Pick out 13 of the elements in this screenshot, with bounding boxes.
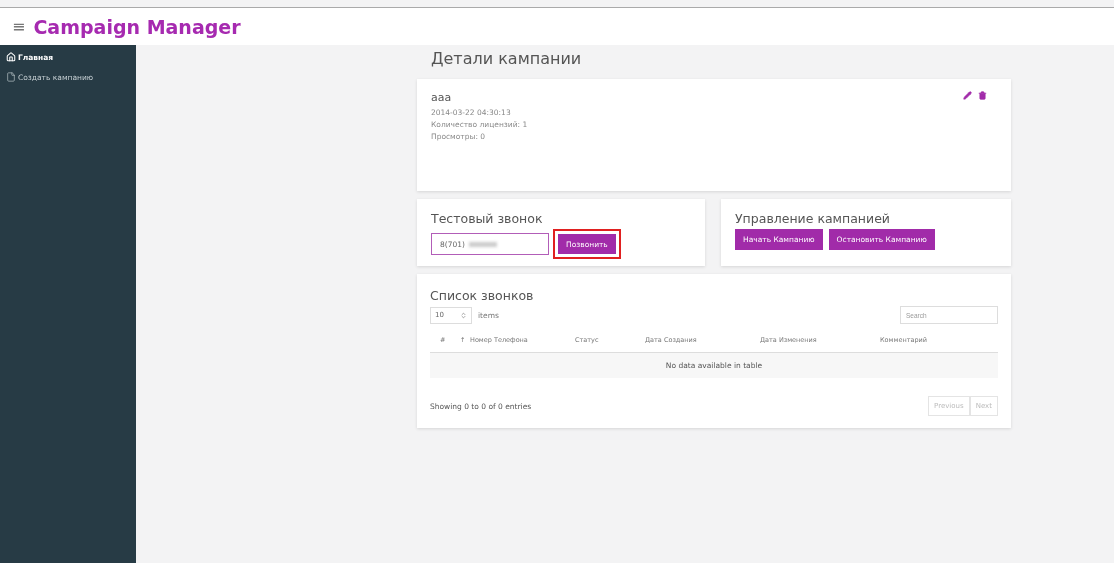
page-title: Детали кампании — [430, 48, 583, 70]
app-title: Campaign Manager — [33, 15, 241, 38]
home-icon — [6, 52, 16, 62]
file-icon — [6, 72, 16, 82]
menu-icon[interactable]: ≡ — [12, 17, 26, 36]
campaign-name: aaa — [431, 91, 453, 104]
delete-icon[interactable] — [978, 91, 987, 100]
card-title: Список звонков — [430, 288, 535, 303]
blur-mark — [468, 241, 497, 247]
edit-icon[interactable] — [963, 91, 972, 100]
card-title: Тестовый звонок — [431, 211, 544, 226]
caret-icon — [460, 311, 467, 319]
card-title: Управление кампанией — [735, 211, 891, 226]
